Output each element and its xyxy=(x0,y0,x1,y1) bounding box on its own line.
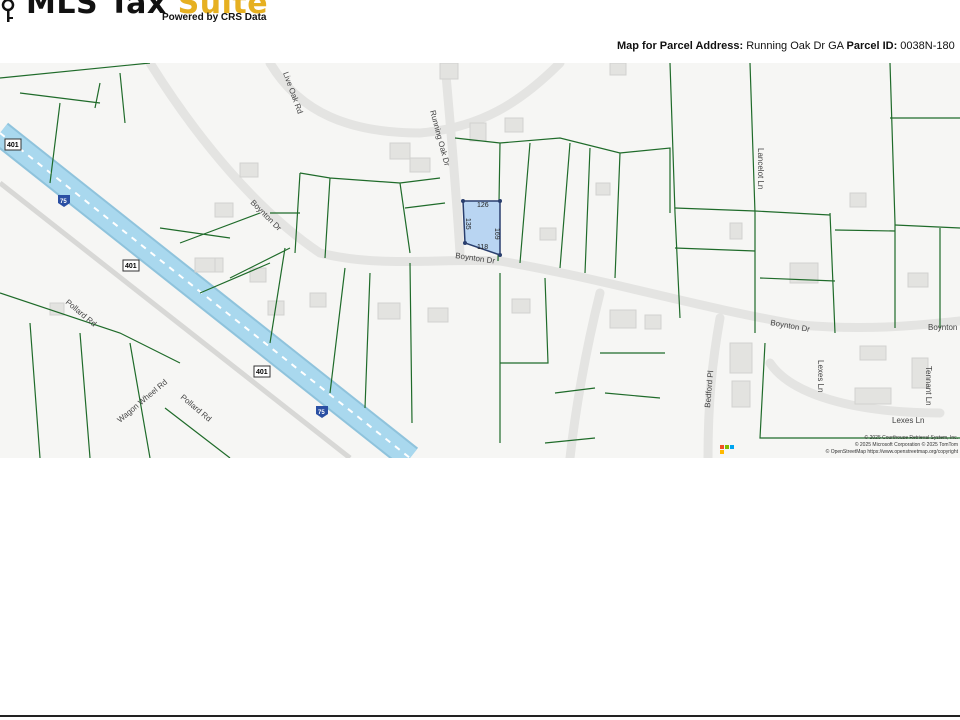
label-boynton-dr-far: Boynton Dr xyxy=(928,323,960,332)
i75-shield-b: 75 xyxy=(316,406,328,418)
parcel-map[interactable]: 126 169 135 118 Boynton Dr Boynton Dr Bo… xyxy=(0,63,960,458)
dim-bottom: 118 xyxy=(477,244,488,251)
label-pollard-rd: Pollard Rd xyxy=(64,298,98,329)
label-live-oak-rd: Live Oak Rd xyxy=(281,71,305,115)
label-wagon-wheel-rd: Wagon Wheel Rd xyxy=(116,378,170,425)
label-lexes-ln: Lexes Ln xyxy=(892,416,924,425)
attribution-line: © 2025 Courthouse Retrieval System, Inc. xyxy=(864,435,958,441)
label-lancelot-ln: Lancelot Ln xyxy=(756,148,765,189)
label-pollard-rd-south: Pollard Rd xyxy=(179,393,213,424)
logo-main: MLS Tax xyxy=(26,0,178,21)
parcel-id: 0038N-180 xyxy=(900,40,955,52)
logo-subtitle: Powered by CRS Data xyxy=(162,12,267,23)
mls-tax-suite-logo: MLS Tax Suite Powered by CRS Data xyxy=(0,0,300,28)
map-attribution: © 2025 Courthouse Retrieval System, Inc.… xyxy=(826,435,958,456)
map-canvas[interactable]: 126 169 135 118 Boynton Dr Boynton Dr Bo… xyxy=(0,63,960,458)
i75-shield-a: 75 xyxy=(58,195,70,207)
svg-text:401: 401 xyxy=(256,369,268,376)
attribution-line: © 2025 Microsoft Corporation © 2025 TomT… xyxy=(854,442,958,448)
key-icon xyxy=(1,0,15,22)
parcel-id-label: Parcel ID: xyxy=(846,40,898,52)
us401-shield-b: 401 xyxy=(122,259,140,272)
footer-divider xyxy=(0,715,960,717)
map-for-label: Map for Parcel Address: xyxy=(617,40,744,52)
us401-shield-c: 401 xyxy=(253,365,271,378)
attribution-line: © OpenStreetMap https://www.openstreetma… xyxy=(825,449,958,455)
lower-road xyxy=(565,288,605,458)
microsoft-logo xyxy=(720,445,736,455)
dim-left: 135 xyxy=(464,218,471,230)
boynton-dr-road xyxy=(145,63,960,333)
label-tennant-ln: Tennant Ln xyxy=(924,366,933,406)
svg-text:401: 401 xyxy=(125,263,137,270)
parcel-address-line: Map for Parcel Address: Running Oak Dr G… xyxy=(617,40,955,52)
parcel-address: Running Oak Dr GA xyxy=(746,40,844,52)
svg-text:75: 75 xyxy=(60,199,67,205)
dim-top: 126 xyxy=(477,202,489,209)
us401-shield-a: 401 xyxy=(4,138,22,151)
label-lexes-ln-vertical: Lexes Ln xyxy=(816,360,825,392)
svg-text:401: 401 xyxy=(7,142,19,149)
svg-text:75: 75 xyxy=(318,410,325,416)
label-boynton-dr-east: Boynton Dr xyxy=(770,318,811,334)
dim-right: 169 xyxy=(493,228,500,240)
